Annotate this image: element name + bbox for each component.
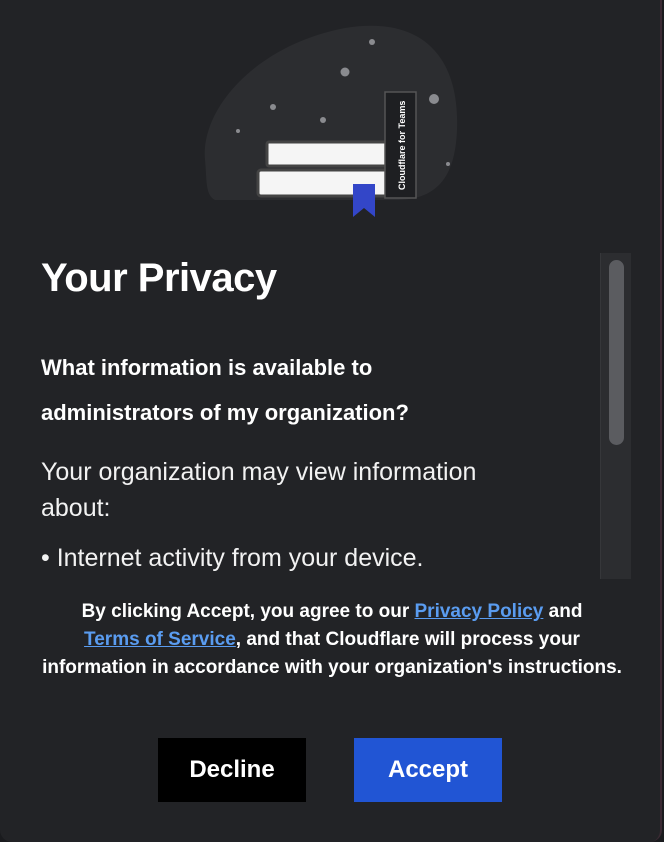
decline-button[interactable]: Decline <box>158 738 306 802</box>
book-top <box>265 140 391 168</box>
consent-text: By clicking Accept, you agree to our Pri… <box>42 601 622 678</box>
section-question: What information is available to adminis… <box>41 355 409 425</box>
privacy-illustration: Cloudflare for Teams <box>204 25 458 217</box>
star-dot <box>270 104 276 110</box>
accept-button[interactable]: Accept <box>354 738 502 802</box>
star-dot <box>340 67 350 77</box>
star-dot <box>369 39 375 45</box>
privacy-dialog: Cloudflare for Teams Your Privacy What i… <box>0 0 662 842</box>
scrollbar[interactable] <box>600 253 631 579</box>
star-dot <box>320 117 326 123</box>
star-dot <box>429 94 439 104</box>
section-paragraph: Your organization may view information a… <box>41 458 477 522</box>
star-dot <box>236 129 240 133</box>
page-title: Your Privacy <box>41 256 277 300</box>
book-spine-label: Cloudflare for Teams <box>397 101 407 190</box>
bookmark-ribbon <box>353 184 375 217</box>
list-item: • Internet activity from your device. <box>41 544 424 572</box>
star-dot <box>446 162 450 166</box>
book-bottom <box>256 168 400 198</box>
scrollbar-thumb[interactable] <box>609 260 624 445</box>
terms-of-service-link[interactable]: Terms of Service <box>84 629 236 650</box>
privacy-policy-link[interactable]: Privacy Policy <box>415 601 544 622</box>
